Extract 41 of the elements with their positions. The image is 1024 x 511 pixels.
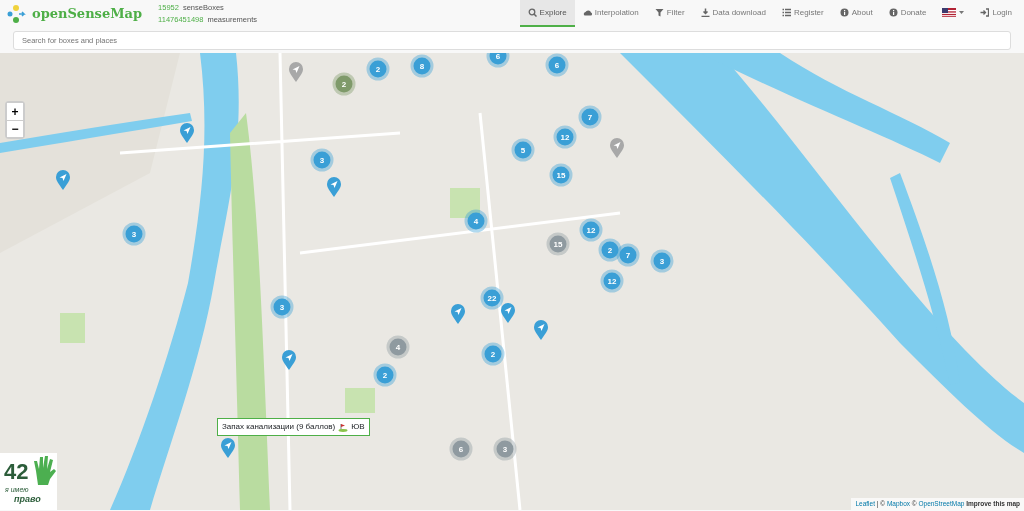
sign-in-icon [980, 8, 990, 17]
search-icon [527, 8, 537, 17]
park-area [450, 188, 480, 218]
golf-flag-icon [338, 422, 349, 432]
map-pin-icon[interactable] [533, 319, 549, 340]
park-area [345, 388, 375, 413]
hand-icon [32, 455, 56, 485]
nav-link[interactable]: Filter [646, 0, 693, 27]
download-icon [700, 8, 710, 17]
map-pin-icon[interactable] [609, 137, 625, 158]
map-pin-icon[interactable] [288, 61, 304, 82]
map-pin-icon[interactable] [500, 302, 516, 323]
info-icon [888, 8, 898, 17]
nav-link[interactable]: About [831, 0, 881, 27]
map-pin-icon[interactable] [450, 303, 466, 324]
logo-icon[interactable] [6, 3, 26, 24]
zoom-out-button[interactable]: − [7, 120, 23, 137]
logo-text: право [14, 495, 41, 504]
map-pin-icon[interactable] [281, 349, 297, 370]
brand-name[interactable]: openSenseMap [32, 3, 143, 24]
cloud-icon [582, 8, 592, 17]
nav-link[interactable]: Donate [880, 0, 935, 27]
map-pin-icon[interactable] [326, 176, 342, 197]
marker-cluster[interactable]: 6 [489, 53, 507, 65]
map-pin-icon[interactable] [55, 169, 71, 190]
list-icon [781, 8, 791, 17]
nav-link[interactable]: Explore [519, 0, 575, 27]
us-flag-icon [942, 8, 957, 17]
info-icon [839, 8, 849, 17]
tooltip-text: Запах канализации (9 баллов) [222, 421, 336, 433]
nav-link[interactable]: Register [773, 0, 832, 27]
nav-link[interactable]: Data download [692, 0, 774, 27]
nav-link[interactable]: Interpolation [574, 0, 647, 27]
nav-link[interactable]: Login [972, 0, 1020, 27]
caret-icon [959, 11, 965, 14]
logo-number: 42 [4, 461, 29, 483]
map-pin-icon[interactable] [179, 122, 195, 143]
park-area [60, 313, 85, 343]
funnel-icon [654, 8, 664, 17]
map-pin-icon[interactable] [220, 437, 236, 458]
tooltip-direction-text: ЮВ [351, 421, 365, 433]
